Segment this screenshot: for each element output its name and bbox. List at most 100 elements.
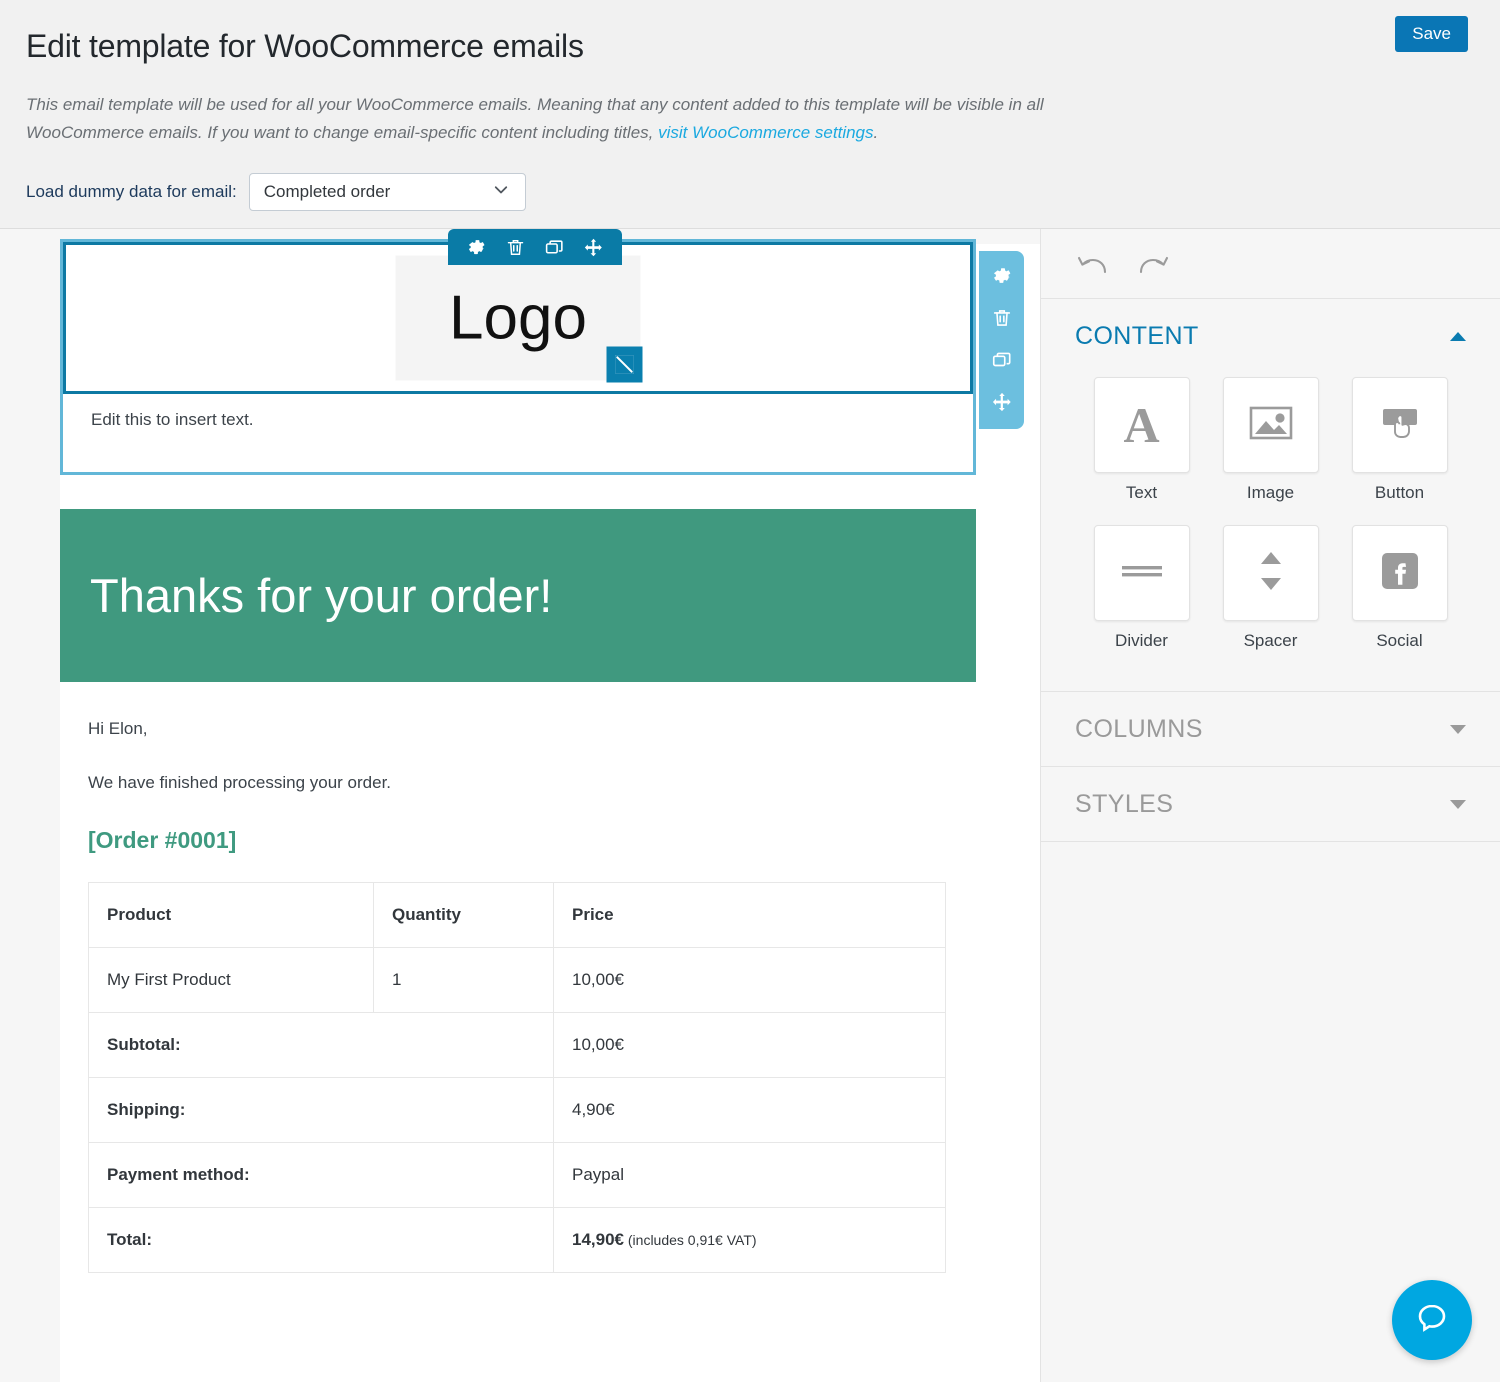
panel-columns-header[interactable]: COLUMNS [1041,692,1500,766]
column-header-quantity: Quantity [374,883,554,948]
widget-text[interactable]: A Text [1083,377,1200,503]
image-icon [1248,403,1294,448]
table-row: Total: 14,90€ (includes 0,91€ VAT) [89,1208,946,1273]
email-canvas[interactable]: Logo Edit this to insert text. [0,229,1040,1382]
greeting-text: Hi Elon, [88,719,978,739]
gear-icon[interactable] [466,237,487,258]
widget-social-tile[interactable] [1352,525,1448,621]
history-bar [1041,229,1500,299]
order-table: Product Quantity Price My First Product … [88,882,946,1273]
logo-placeholder[interactable]: Logo [396,256,641,381]
table-row: Subtotal: 10,00€ [89,1013,946,1078]
panel-styles-header[interactable]: STYLES [1041,767,1500,841]
text-block-copy: Edit this to insert text. [91,410,254,429]
widget-image-tile[interactable] [1223,377,1319,473]
logo-text: Logo [449,287,587,349]
widget-spacer-label: Spacer [1244,631,1298,651]
trash-icon[interactable] [505,237,526,258]
widget-spacer-tile[interactable] [1223,525,1319,621]
widget-divider-tile[interactable] [1094,525,1190,621]
gear-icon[interactable] [991,265,1013,287]
cell-shipping-value: 4,90€ [554,1078,946,1143]
widget-button-label: Button [1375,483,1424,503]
widget-social[interactable]: Social [1341,525,1458,651]
page-description-tail: . [874,123,879,142]
move-icon[interactable] [583,237,604,258]
cell-product-quantity: 1 [374,948,554,1013]
block-toolbar[interactable] [448,229,622,265]
content-widget-grid: A Text Image [1041,373,1500,691]
duplicate-icon[interactable] [544,237,565,258]
dummy-data-row: Load dummy data for email: Completed ord… [26,173,1474,211]
widget-image-label: Image [1247,483,1294,503]
cell-product-price: 10,00€ [554,948,946,1013]
move-icon[interactable] [991,391,1013,413]
letter-a-icon: A [1123,400,1159,450]
table-header-row: Product Quantity Price [89,883,946,948]
row-toolbar[interactable] [979,251,1024,429]
chevron-down-icon[interactable] [1450,800,1466,809]
widget-text-label: Text [1126,483,1157,503]
order-table-head: Product Quantity Price [89,883,946,948]
panel-content-header[interactable]: CONTENT [1041,299,1500,373]
table-row: Payment method: Paypal [89,1143,946,1208]
cell-total-label: Total: [89,1208,554,1273]
divider-icon [1119,559,1165,588]
cell-product-name: My First Product [89,948,374,1013]
widget-text-tile[interactable]: A [1094,377,1190,473]
text-block[interactable]: Edit this to insert text. [63,394,973,472]
order-table-body: My First Product 1 10,00€ Subtotal: 10,0… [89,948,946,1273]
order-body[interactable]: Hi Elon, We have finished processing you… [88,719,978,1273]
widget-divider[interactable]: Divider [1083,525,1200,651]
chat-bubble-icon [1412,1298,1452,1343]
page-description-text: This email template will be used for all… [26,95,1044,142]
selected-row-block[interactable]: Logo Edit this to insert text. [60,239,976,475]
panel-columns-title: COLUMNS [1075,715,1203,744]
widget-divider-label: Divider [1115,631,1168,651]
table-row: Shipping: 4,90€ [89,1078,946,1143]
panel-columns: COLUMNS [1041,692,1500,767]
page-title: Edit template for WooCommerce emails [26,0,1474,65]
order-heading: [Order #0001] [88,827,978,854]
page-description: This email template will be used for all… [26,91,1146,147]
widget-social-label: Social [1376,631,1422,651]
hero-title: Thanks for your order! [90,572,552,619]
chevron-down-icon[interactable] [1450,725,1466,734]
cell-payment-method-label: Payment method: [89,1143,554,1208]
cell-subtotal-value: 10,00€ [554,1013,946,1078]
cell-subtotal-label: Subtotal: [89,1013,554,1078]
dummy-data-select-wrapper: Completed order [249,173,526,211]
redo-icon[interactable] [1135,249,1171,279]
cell-total-value: 14,90€ (includes 0,91€ VAT) [554,1208,946,1273]
total-amount: 14,90€ [572,1230,624,1249]
woocommerce-settings-link[interactable]: visit WooCommerce settings [658,123,873,142]
widget-button[interactable]: Button [1341,377,1458,503]
widget-image[interactable]: Image [1212,377,1329,503]
page-header: Save Edit template for WooCommerce email… [0,0,1500,228]
chevron-up-icon[interactable] [1450,332,1466,341]
editor-area: Logo Edit this to insert text. [0,228,1500,1382]
spacer-arrows-icon [1252,548,1290,599]
duplicate-icon[interactable] [991,349,1013,371]
cell-shipping-label: Shipping: [89,1078,554,1143]
chat-launcher-button[interactable] [1392,1280,1472,1360]
table-row: My First Product 1 10,00€ [89,948,946,1013]
hero-band[interactable]: Thanks for your order! [60,509,976,682]
panel-content-title: CONTENT [1075,322,1199,351]
intro-text: We have finished processing your order. [88,773,978,793]
widget-button-tile[interactable] [1352,377,1448,473]
button-click-icon [1376,403,1424,448]
widget-spacer[interactable]: Spacer [1212,525,1329,651]
column-header-product: Product [89,883,374,948]
total-vat-note: (includes 0,91€ VAT) [624,1232,757,1248]
column-header-price: Price [554,883,946,948]
editor-sidebar: CONTENT A Text Image [1040,229,1500,1382]
image-edit-icon[interactable] [607,347,643,383]
trash-icon[interactable] [991,307,1013,329]
save-button[interactable]: Save [1395,16,1468,52]
dummy-data-label: Load dummy data for email: [26,182,237,202]
undo-icon[interactable] [1075,249,1111,279]
panel-styles: STYLES [1041,767,1500,842]
cell-payment-method-value: Paypal [554,1143,946,1208]
dummy-data-select[interactable]: Completed order [249,173,526,211]
